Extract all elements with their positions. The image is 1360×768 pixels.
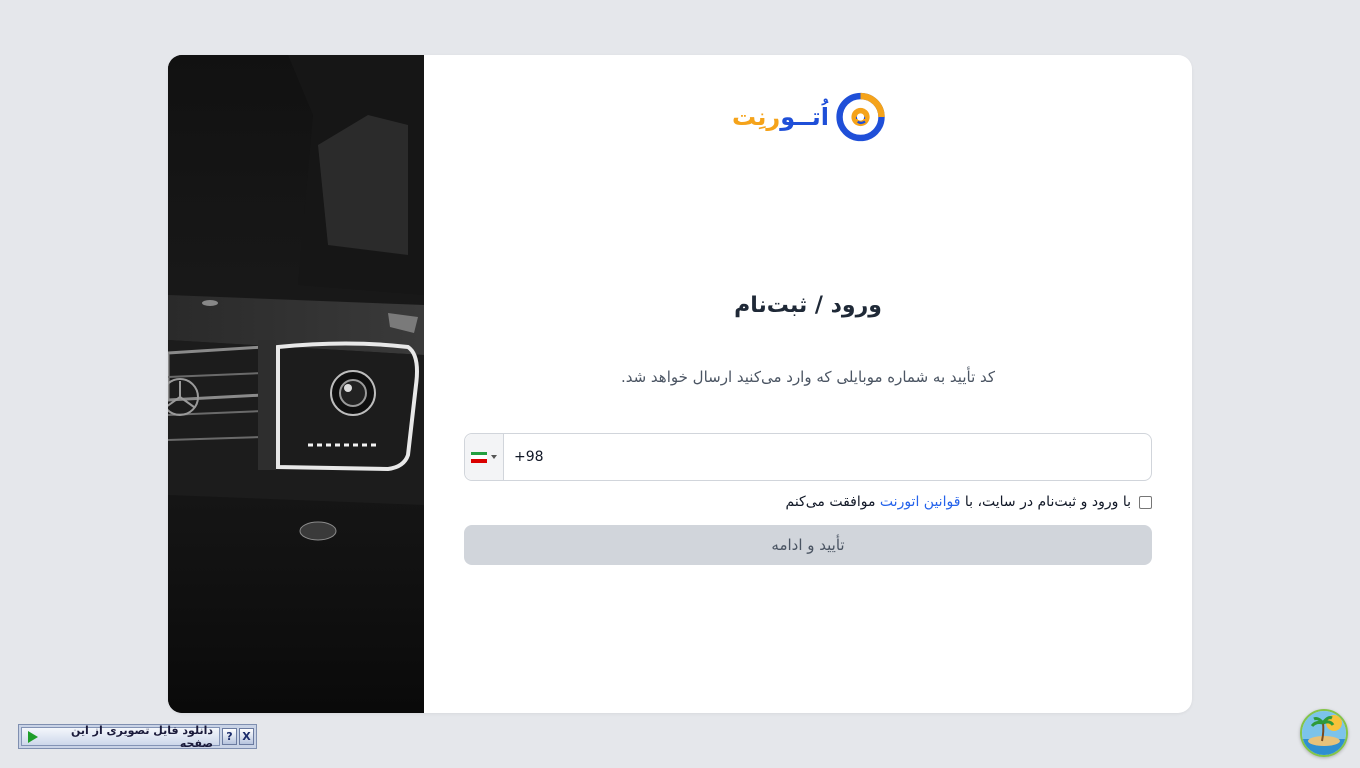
verification-description: کد تأیید به شماره موبایلی که وارد می‌کنی… <box>620 368 996 386</box>
download-label: دانلود فایل تصویری از این صفحه <box>70 723 213 750</box>
download-image-button[interactable]: دانلود فایل تصویری از این صفحه <box>21 724 220 750</box>
terms-checkbox[interactable] <box>1139 495 1152 509</box>
brand-wordmark-blue: اُتــو <box>780 103 829 131</box>
iran-flag-icon <box>471 451 487 463</box>
brand-wordmark: اُتــورنِت <box>732 105 829 129</box>
caret-down-icon <box>491 455 497 459</box>
island-icon[interactable] <box>1300 709 1348 757</box>
terms-text-before: با ورود و ثبت‌نام در سایت، با <box>964 494 1131 510</box>
terms-text: با ورود و ثبت‌نام در سایت، با قوانین اتو… <box>786 494 1132 510</box>
brand-logo[interactable]: اُتــورنِت <box>732 87 886 147</box>
phone-field <box>464 433 1152 481</box>
play-icon <box>28 730 38 743</box>
terms-link[interactable]: قوانین اتورنت <box>880 494 960 510</box>
page-title: ورود / ثبت‌نام <box>734 293 882 318</box>
auth-card: اُتــورنِت ورود / ثبت‌نام کد تأیید به شم… <box>168 55 1192 713</box>
brand-wordmark-orange: رنِت <box>732 103 781 131</box>
download-toolbar: دانلود فایل تصویری از این صفحه ? X <box>18 724 257 750</box>
phone-input[interactable] <box>504 434 1151 480</box>
help-button[interactable]: ? <box>222 728 237 745</box>
confirm-continue-button[interactable]: تأیید و ادامه <box>464 525 1152 565</box>
terms-text-after: موافقت می‌کنم <box>785 494 876 510</box>
brand-logo-icon <box>836 92 885 142</box>
car-photo <box>168 55 424 713</box>
close-button[interactable]: X <box>239 728 254 745</box>
terms-agreement: با ورود و ثبت‌نام در سایت، با قوانین اتو… <box>786 492 1152 512</box>
country-selector[interactable] <box>465 434 504 480</box>
